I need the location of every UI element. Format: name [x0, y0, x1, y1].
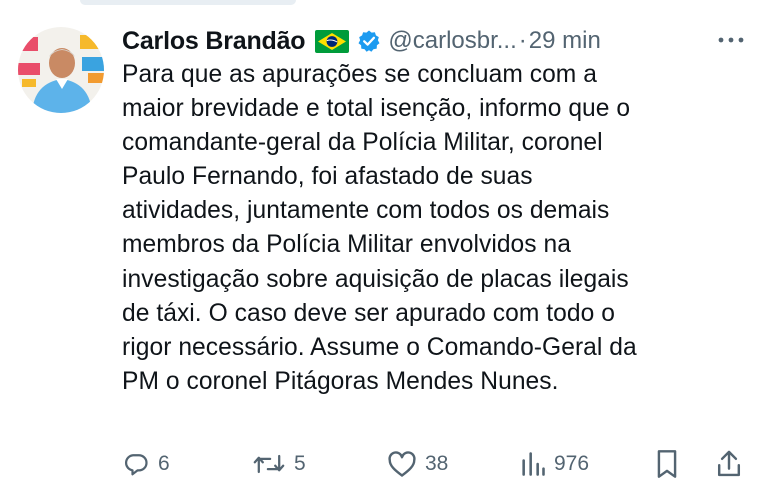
bookmark-button[interactable] [655, 449, 679, 479]
tweet-header: Carlos Brandão @carlosbr... · 29 min [122, 24, 758, 58]
share-icon [716, 449, 742, 479]
heart-icon [387, 450, 417, 478]
share-button[interactable] [716, 449, 742, 479]
avatar-image [18, 27, 104, 113]
timestamp[interactable]: 29 min [529, 27, 601, 55]
bookmark-icon [655, 449, 679, 479]
views-button[interactable]: 976 [520, 449, 589, 479]
tweet-actions: 6 5 38 976 [122, 449, 752, 479]
verified-badge-icon[interactable] [357, 29, 381, 53]
like-button[interactable]: 38 [387, 449, 448, 479]
retweet-count: 5 [294, 452, 306, 475]
retweet-icon [252, 450, 286, 478]
previous-tweet-edge [80, 0, 296, 5]
separator-dot: · [518, 27, 527, 54]
more-options-icon[interactable] [716, 28, 746, 52]
views-count: 976 [554, 452, 590, 475]
retweet-button[interactable]: 5 [252, 449, 306, 479]
views-chart-icon [520, 450, 546, 478]
author-handle[interactable]: @carlosbr... [388, 27, 516, 55]
reply-icon [122, 450, 150, 478]
brazil-flag-icon [315, 29, 350, 53]
avatar[interactable] [18, 27, 104, 113]
author-name[interactable]: Carlos Brandão [122, 27, 306, 56]
reply-button[interactable]: 6 [122, 449, 170, 479]
top-edge [0, 0, 768, 8]
like-count: 38 [425, 452, 449, 475]
reply-count: 6 [158, 452, 170, 475]
tweet-text: Para que as apurações se concluam com a … [122, 61, 637, 395]
